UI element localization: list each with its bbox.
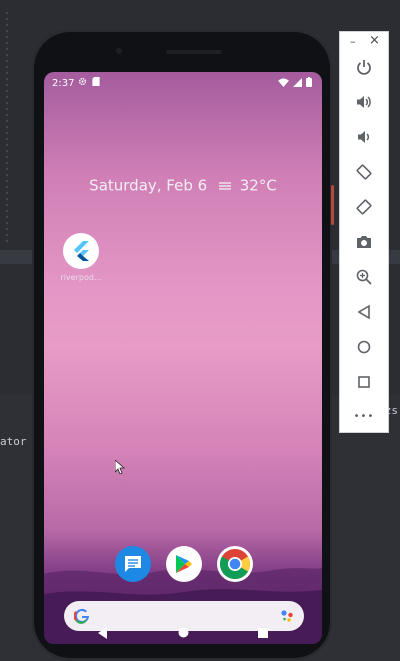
nav-back-button[interactable] bbox=[98, 627, 108, 639]
rotate-right-icon bbox=[356, 199, 372, 215]
volume-down-button[interactable] bbox=[352, 125, 376, 149]
status-time: 2:37 bbox=[52, 78, 75, 89]
flutter-logo-icon bbox=[74, 241, 89, 261]
power-icon bbox=[357, 60, 371, 75]
volume-up-icon bbox=[357, 96, 371, 108]
overview-square-icon bbox=[358, 376, 370, 388]
emulator-phone-frame: 2:37 Saturday, Feb 6 32°C riverpod... bbox=[32, 30, 332, 660]
earpiece-speaker bbox=[166, 50, 222, 54]
emulator-toolbar: – × ••• bbox=[339, 31, 389, 433]
play-triangle-icon bbox=[176, 555, 192, 573]
back-triangle-icon bbox=[358, 305, 370, 319]
wifi-icon bbox=[278, 77, 289, 87]
power-button[interactable] bbox=[352, 55, 376, 79]
overview-button[interactable] bbox=[352, 370, 376, 394]
home-screen[interactable]: 2:37 Saturday, Feb 6 32°C riverpod... bbox=[44, 72, 322, 644]
zoom-icon bbox=[356, 269, 372, 285]
assistant-mic-icon[interactable] bbox=[280, 609, 294, 623]
more-button[interactable]: ••• bbox=[352, 404, 376, 428]
zoom-button[interactable] bbox=[352, 265, 376, 289]
minimize-button[interactable]: – bbox=[350, 35, 356, 48]
home-button[interactable] bbox=[352, 335, 376, 359]
ide-text-fragment: ator bbox=[0, 435, 27, 448]
home-circle-icon bbox=[357, 340, 371, 354]
screenshot-button[interactable] bbox=[352, 230, 376, 254]
close-button[interactable]: × bbox=[369, 33, 380, 48]
sd-card-icon bbox=[92, 77, 100, 86]
rotate-left-button[interactable] bbox=[352, 160, 376, 184]
volume-down-icon bbox=[358, 131, 370, 143]
power-key[interactable] bbox=[331, 185, 334, 225]
play-store-icon[interactable] bbox=[166, 546, 202, 582]
message-bubble-icon bbox=[125, 556, 141, 572]
date-text[interactable]: Saturday, Feb 6 bbox=[89, 177, 207, 195]
temperature-text[interactable]: 32°C bbox=[240, 177, 277, 195]
status-bar: 2:37 bbox=[44, 72, 322, 96]
more-dots-icon: ••• bbox=[353, 410, 375, 422]
weather-icon bbox=[218, 181, 231, 190]
volume-up-button[interactable] bbox=[352, 90, 376, 114]
app-label[interactable]: riverpod... bbox=[56, 273, 106, 282]
mouse-cursor-icon bbox=[115, 460, 125, 474]
rotate-left-icon bbox=[356, 164, 372, 180]
nav-overview-button[interactable] bbox=[258, 628, 268, 638]
navigation-bar bbox=[44, 622, 322, 644]
messages-app-icon[interactable] bbox=[115, 546, 151, 582]
back-button[interactable] bbox=[352, 300, 376, 324]
signal-icon bbox=[293, 77, 302, 87]
flutter-app-icon[interactable] bbox=[63, 233, 99, 269]
battery-icon bbox=[306, 77, 312, 87]
ide-gutter bbox=[6, 12, 8, 242]
rotate-right-button[interactable] bbox=[352, 195, 376, 219]
chrome-icon[interactable] bbox=[217, 546, 253, 582]
nav-home-button[interactable] bbox=[178, 627, 189, 638]
front-camera bbox=[116, 48, 122, 54]
camera-icon bbox=[357, 236, 371, 248]
chrome-logo-icon bbox=[219, 549, 251, 580]
settings-gear-icon bbox=[78, 77, 87, 86]
at-a-glance[interactable]: Saturday, Feb 6 32°C bbox=[44, 176, 322, 195]
